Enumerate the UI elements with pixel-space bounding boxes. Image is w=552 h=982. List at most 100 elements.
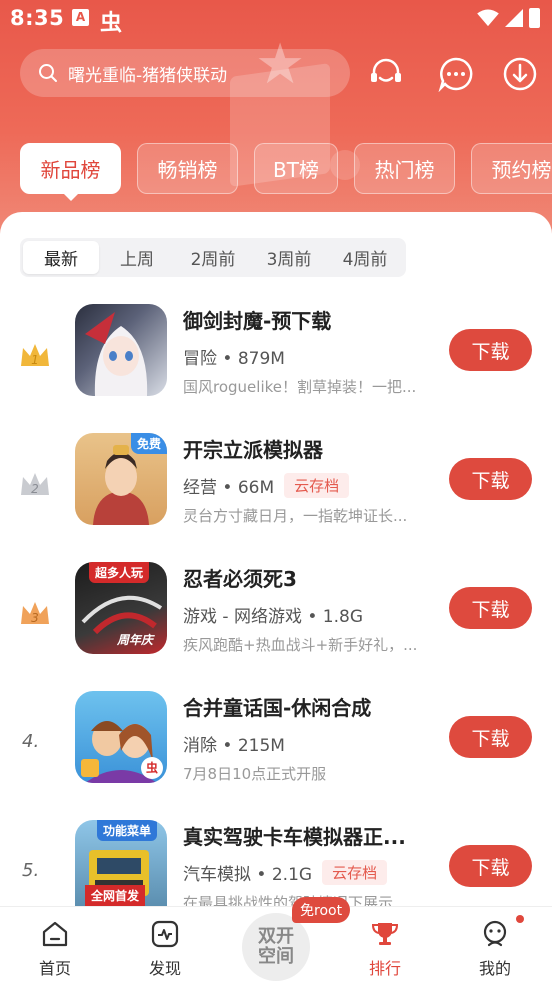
gold-crown-icon: 1 bbox=[21, 344, 49, 367]
app-category: 消除 • 215M bbox=[183, 736, 285, 756]
nav-home[interactable]: 首页 bbox=[20, 915, 90, 979]
search-placeholder: 曙光重临-猪猪侠联动 bbox=[68, 65, 228, 86]
size-text: 1.8G bbox=[322, 607, 364, 627]
bottom-navigation: 首页 发现 双开空间 免root 排行 我的 bbox=[0, 897, 552, 982]
app-title: 御剑封魔-预下载 bbox=[183, 309, 332, 333]
cloud-save-tag: 云存档 bbox=[284, 473, 350, 498]
period-2-weeks-ago[interactable]: 2周前 bbox=[175, 241, 251, 274]
list-item[interactable]: 5. 功能菜单 全网首发 真实驾驶卡车模拟器正... 汽车模拟 • 2.1G 云… bbox=[0, 808, 552, 906]
app-meta: 汽车模拟 • 2.1G 云存档 bbox=[183, 860, 388, 885]
size-text: 879M bbox=[237, 349, 285, 369]
app-category: 经营 • 66M bbox=[183, 478, 275, 498]
nav-ranking-label: 排行 bbox=[368, 959, 401, 978]
notification-icon: A bbox=[72, 9, 89, 26]
rank-number: 3 bbox=[31, 611, 39, 625]
period-4-weeks-ago[interactable]: 4周前 bbox=[327, 241, 403, 274]
download-manager-icon[interactable] bbox=[502, 56, 538, 92]
discover-icon bbox=[151, 920, 179, 948]
app-icon[interactable]: 超多人玩 周年庆 bbox=[75, 562, 167, 654]
battery-icon bbox=[529, 8, 540, 28]
app-title: 合并童话国-休闲合成 bbox=[183, 696, 372, 720]
wifi-icon bbox=[477, 9, 499, 27]
period-latest[interactable]: 最新 bbox=[23, 241, 99, 274]
dual-space-button[interactable]: 双开空间 bbox=[242, 913, 310, 981]
root-free-badge: 免root bbox=[292, 897, 351, 923]
rank-number: 2 bbox=[31, 482, 39, 496]
free-badge: 免费 bbox=[130, 433, 167, 454]
download-button[interactable]: 下载 bbox=[449, 458, 532, 500]
debut-label: 全网首发 bbox=[85, 885, 146, 906]
nav-me[interactable]: 我的 bbox=[460, 915, 530, 979]
signal-icon bbox=[505, 9, 523, 27]
app-title: 忍者必须死3 bbox=[183, 567, 297, 591]
category-text: 消除 bbox=[183, 736, 217, 756]
gift-icon bbox=[81, 759, 99, 777]
status-time: 8:35 bbox=[10, 6, 65, 30]
download-button[interactable]: 下载 bbox=[449, 845, 532, 887]
search-bar[interactable]: 曙光重临-猪猪侠联动 bbox=[20, 49, 350, 97]
rank-number: 5. bbox=[22, 860, 40, 881]
message-icon[interactable] bbox=[438, 56, 474, 92]
app-meta: 游戏 - 网络游戏 • 1.8G bbox=[183, 602, 363, 627]
app-icon[interactable]: 虫 bbox=[75, 691, 167, 783]
period-3-weeks-ago[interactable]: 3周前 bbox=[251, 241, 327, 274]
menu-badge: 功能菜单 bbox=[97, 820, 158, 841]
app-meta: 经营 • 66M 云存档 bbox=[183, 473, 350, 498]
category-text: 游戏 - 网络游戏 bbox=[183, 607, 302, 627]
app-watermark-icon: 虫 bbox=[141, 757, 163, 779]
anniversary-label: 周年庆 bbox=[116, 633, 153, 647]
list-item[interactable]: 2 免费 开宗立派模拟器 经营 • 66M 云存档 灵台方寸藏日月，一指乾坤证长… bbox=[0, 421, 552, 550]
app-description: 疾风跑酷+热血战斗+新手好礼，... bbox=[183, 636, 418, 654]
nav-me-label: 我的 bbox=[478, 959, 511, 978]
status-bar: 8:35 A 虫 bbox=[0, 0, 552, 38]
period-tabs: 最新 上周 2周前 3周前 4周前 bbox=[20, 238, 406, 277]
tab-bestseller[interactable]: 畅销榜 bbox=[137, 143, 238, 194]
app-description: 国风roguelike！割草掉装！一把... bbox=[183, 378, 417, 396]
tab-reservation[interactable]: 预约榜 bbox=[471, 143, 552, 194]
app-title: 真实驾驶卡车模拟器正... bbox=[183, 825, 406, 849]
app-title: 开宗立派模拟器 bbox=[183, 438, 323, 462]
download-button[interactable]: 下载 bbox=[449, 329, 532, 371]
profile-icon bbox=[483, 920, 507, 947]
app-description: 灵台方寸藏日月，一指乾坤证长... bbox=[183, 507, 408, 525]
size-text: 2.1G bbox=[271, 865, 313, 885]
app-icon[interactable]: 免费 bbox=[75, 433, 167, 525]
trophy-icon bbox=[371, 923, 399, 945]
nav-ranking[interactable]: 排行 bbox=[350, 915, 420, 979]
app-description: 7月8日10点正式开服 bbox=[183, 765, 327, 783]
cloud-save-tag: 云存档 bbox=[322, 860, 388, 885]
category-text: 汽车模拟 bbox=[183, 865, 251, 885]
home-icon bbox=[42, 921, 68, 947]
search-icon bbox=[39, 64, 57, 82]
list-item[interactable]: 4. 虫 合并童话国-休闲合成 消除 • 215M 7月8日10点正式开服 下载 bbox=[0, 679, 552, 808]
nav-home-label: 首页 bbox=[38, 959, 71, 978]
app-ranking-list: 1 御剑封魔-预下载 冒险 • 879M 国风roguelike！割草掉装！一把… bbox=[0, 292, 552, 906]
size-text: 66M bbox=[237, 478, 275, 498]
app-icon[interactable] bbox=[75, 304, 167, 396]
app-category: 冒险 • 879M bbox=[183, 349, 285, 369]
list-item[interactable]: 1 御剑封魔-预下载 冒险 • 879M 国风roguelike！割草掉装！一把… bbox=[0, 292, 552, 421]
list-item[interactable]: 3 超多人玩 周年庆 忍者必须死3 游戏 - 网络游戏 • 1.8G 疾风跑酷+… bbox=[0, 550, 552, 679]
rank-number: 4. bbox=[22, 731, 40, 752]
period-last-week[interactable]: 上周 bbox=[99, 241, 175, 274]
category-text: 冒险 bbox=[183, 349, 217, 369]
nav-discover-label: 发现 bbox=[148, 959, 181, 978]
nav-discover[interactable]: 发现 bbox=[130, 915, 200, 979]
app-icon[interactable]: 功能菜单 全网首发 bbox=[75, 820, 167, 906]
character-art bbox=[85, 312, 148, 396]
app-meta: 冒险 • 879M bbox=[183, 344, 285, 369]
bronze-crown-icon: 3 bbox=[21, 602, 49, 625]
download-button[interactable]: 下载 bbox=[449, 587, 532, 629]
app-category: 汽车模拟 • 2.1G bbox=[183, 865, 313, 885]
category-tabs: 新品榜 畅销榜 BT榜 热门榜 预约榜 bbox=[20, 143, 552, 201]
tab-new[interactable]: 新品榜 bbox=[20, 143, 121, 201]
tab-bt[interactable]: BT榜 bbox=[254, 143, 338, 194]
rank-number: 1 bbox=[31, 353, 39, 367]
tab-hot[interactable]: 热门榜 bbox=[354, 143, 455, 194]
silver-crown-icon: 2 bbox=[21, 473, 49, 496]
popular-badge: 超多人玩 bbox=[89, 562, 150, 583]
customer-service-icon[interactable] bbox=[368, 56, 404, 92]
size-text: 215M bbox=[237, 736, 285, 756]
notification-dot bbox=[516, 915, 524, 923]
download-button[interactable]: 下载 bbox=[449, 716, 532, 758]
